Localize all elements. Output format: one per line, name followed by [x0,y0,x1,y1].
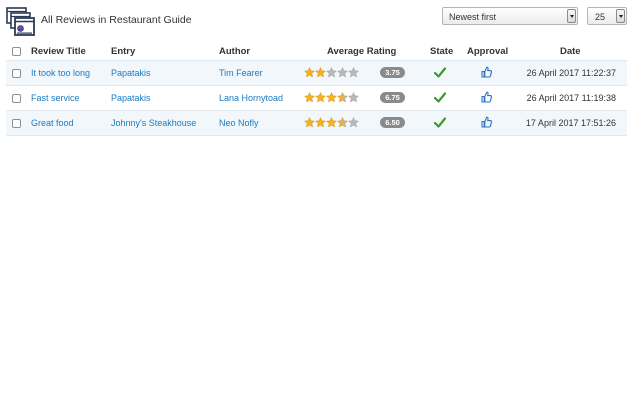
star-icon [304,67,315,78]
star-icon [337,117,348,128]
entry-link[interactable]: Papatakis [111,93,151,103]
row-checkbox[interactable] [12,94,21,103]
check-icon[interactable] [434,67,446,78]
table-row: Great food Johnny's Steakhouse Neo Nofly… [6,110,627,136]
star-rating [304,67,360,78]
check-icon[interactable] [434,117,446,128]
thumbs-up-icon[interactable] [481,116,492,128]
column-header-average-rating[interactable]: Average Rating [327,46,396,57]
column-header-author[interactable]: Author [219,46,250,57]
author-link[interactable]: Lana Hornytoad [219,93,283,103]
column-header-state[interactable]: State [430,46,453,57]
rating-badge: 6.50 [380,117,405,128]
star-icon [304,117,315,128]
star-rating [304,92,360,103]
star-icon [304,92,315,103]
entry-link[interactable]: Papatakis [111,68,151,78]
reviews-app-icon [6,7,35,36]
rating-badge: 6.75 [380,92,405,103]
star-icon [326,67,337,78]
page-header: All Reviews in Restaurant Guide Newest f… [0,0,636,40]
page-title: All Reviews in Restaurant Guide [41,14,192,26]
star-icon [348,92,359,103]
table-row: Fast service Papatakis Lana Hornytoad 6.… [6,85,627,110]
review-date: 17 April 2017 17:51:26 [525,118,616,128]
list-limit-select[interactable]: 25 [587,7,627,25]
star-icon [348,67,359,78]
rating-badge: 3.75 [380,67,405,78]
column-header-entry[interactable]: Entry [111,46,135,57]
star-icon [337,92,348,103]
row-checkbox[interactable] [12,119,21,128]
row-checkbox[interactable] [12,69,21,78]
star-icon [326,92,337,103]
sort-order-select[interactable]: Newest first [442,7,578,25]
column-header-review-title[interactable]: Review Title [31,46,86,57]
table-row: It took too long Papatakis Tim Fearer 3.… [6,60,627,85]
check-icon[interactable] [434,92,446,103]
star-rating [304,117,360,128]
list-limit-value: 25 [595,12,606,22]
select-all-checkbox[interactable] [12,47,21,56]
star-icon [337,67,348,78]
review-title-link[interactable]: Great food [31,118,74,128]
table-header: Review Title Entry Author Average Rating… [6,43,627,60]
review-title-link[interactable]: Fast service [31,93,80,103]
column-header-approval[interactable]: Approval [467,46,508,57]
review-title-link[interactable]: It took too long [31,68,90,78]
star-icon [315,67,326,78]
star-icon [348,117,359,128]
chevron-down-icon [616,9,625,23]
entry-link[interactable]: Johnny's Steakhouse [111,118,196,128]
thumbs-up-icon[interactable] [481,66,492,78]
sort-order-value: Newest first [449,12,497,22]
star-icon [326,117,337,128]
review-date: 26 April 2017 11:19:38 [526,93,616,103]
thumbs-up-icon[interactable] [481,91,492,103]
star-icon [315,92,326,103]
author-link[interactable]: Tim Fearer [219,68,263,78]
reviews-table: Review Title Entry Author Average Rating… [6,43,627,136]
column-header-date[interactable]: Date [560,46,581,57]
star-icon [315,117,326,128]
author-link[interactable]: Neo Nofly [219,118,259,128]
chevron-down-icon [567,9,576,23]
review-date: 26 April 2017 11:22:37 [526,68,616,78]
